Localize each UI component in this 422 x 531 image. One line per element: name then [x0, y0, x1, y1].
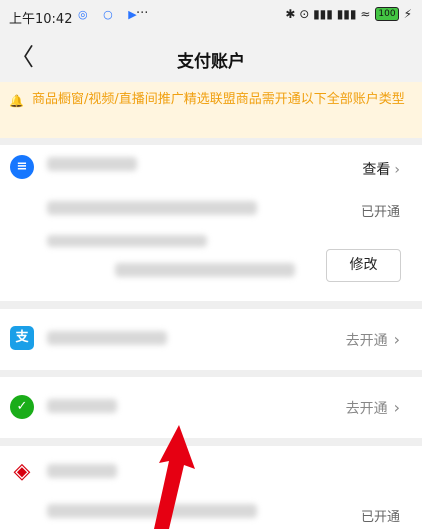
nav-bar: 〈 支付账户 [0, 34, 422, 82]
red-arrow-annotation [154, 425, 195, 529]
status-bar: 上午10:42 ◎ ○ ▶ ··· ✱ ⊙ ▮▮▮ ▮▮▮ ≈ 100 ⚡ [0, 0, 422, 34]
blurred-account-info [47, 201, 257, 215]
alipay-icon: 支 [10, 326, 34, 350]
open-label: 去开通 [345, 333, 388, 349]
page-title: 支付账户 [177, 52, 245, 72]
notice-banner: 🔔 商品橱窗/视频/直播间推广精选联盟商品需开通以下全部账户类型 [0, 82, 422, 138]
account-card[interactable]: ✓ 去开通 › [0, 377, 422, 438]
status-app-icons: ◎ ○ ▶ [78, 8, 143, 21]
account-card: ≡ 查看 › 已开通 修改 [0, 145, 422, 301]
chevron-right-icon: › [393, 398, 400, 417]
charging-icon: ⚡ [403, 7, 412, 21]
blurred-account-info [47, 235, 207, 247]
wechat-pay-icon: ✓ [10, 395, 34, 419]
notice-text: 商品橱窗/视频/直播间推广精选联盟商品需开通以下全部账户类型 [32, 92, 405, 107]
status-time: 上午10:42 [9, 12, 73, 27]
chevron-right-icon: › [394, 162, 400, 178]
account-card: ◈ 已开通 [0, 446, 422, 531]
status-badge: 已开通 [360, 510, 400, 525]
modify-button[interactable]: 修改 [326, 249, 401, 282]
status-right: ✱ ⊙ ▮▮▮ ▮▮▮ ≈ 100 ⚡ [285, 7, 412, 21]
blurred-account-name [47, 464, 117, 478]
signal-icons: ✱ ⊙ ▮▮▮ ▮▮▮ ≈ [285, 7, 371, 21]
blurred-account-name [47, 399, 117, 413]
account-card[interactable]: 支 去开通 › [0, 309, 422, 370]
blurred-account-info [115, 263, 295, 277]
battery-icon: 100 [375, 7, 399, 21]
view-link[interactable]: 查看 › [362, 159, 400, 179]
bell-icon: 🔔 [9, 94, 24, 108]
blurred-account-name [47, 157, 137, 171]
view-label: 查看 [362, 162, 391, 178]
status-dots: ··· [136, 6, 149, 21]
status-badge: 已开通 [360, 205, 400, 220]
open-link[interactable]: 去开通 › [346, 398, 400, 418]
open-label: 去开通 [345, 401, 388, 417]
unionpay-icon: ◈ [10, 460, 34, 484]
chevron-right-icon: › [393, 330, 400, 349]
blurred-account-name [47, 331, 167, 345]
douyin-pay-icon: ≡ [10, 155, 34, 179]
open-link[interactable]: 去开通 › [346, 330, 400, 350]
